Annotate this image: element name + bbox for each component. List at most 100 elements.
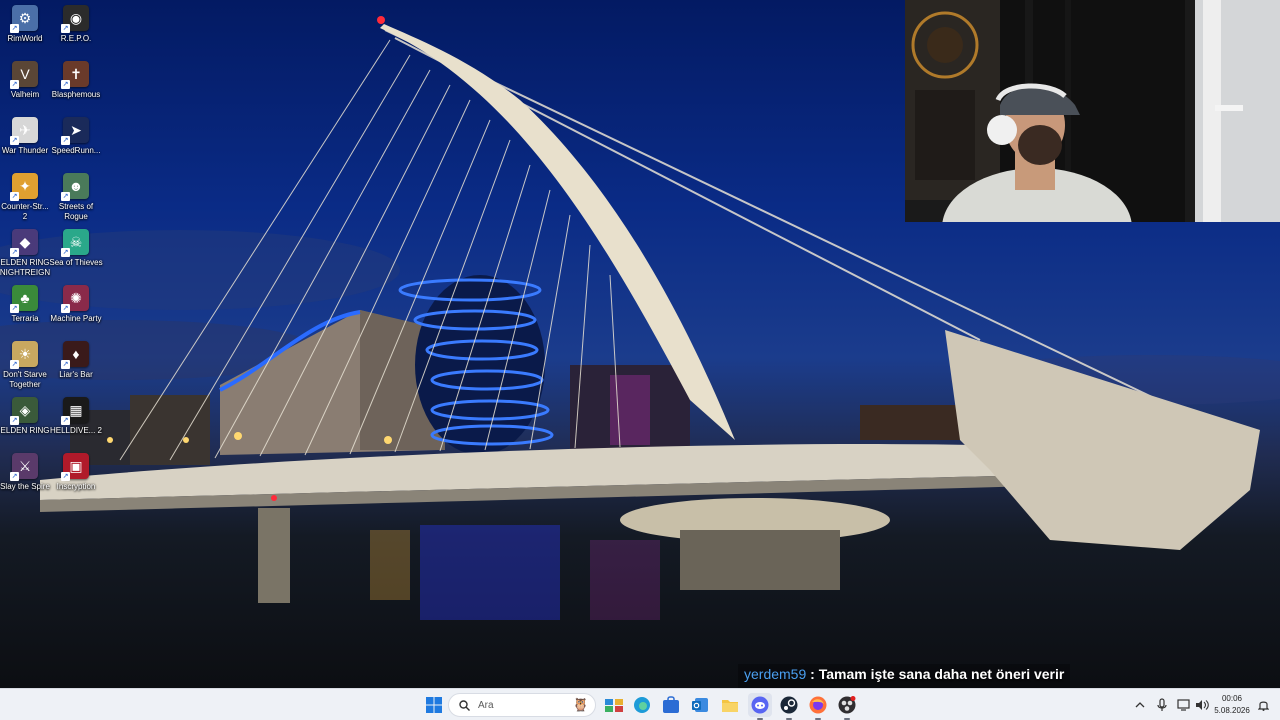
desktop-icon-slay-the-spire[interactable]: ⚔ ↗ Slay the Spire	[0, 453, 52, 492]
desktop-icon-label: Don't Starve Together	[3, 370, 47, 389]
widgets-icon	[605, 699, 623, 712]
search-icon	[459, 699, 470, 711]
stream-chat-message: yerdem59 : Tamam işte sana daha net öner…	[738, 664, 1071, 688]
shortcut-arrow-icon: ↗	[61, 472, 70, 481]
app-icon: ➤ ↗	[61, 117, 89, 145]
taskbar-obs[interactable]	[835, 693, 859, 720]
search-placeholder: Ara	[478, 699, 494, 711]
shortcut-arrow-icon: ↗	[10, 472, 19, 481]
folder-icon	[722, 700, 738, 712]
desktop-icon-label: Slay the Spire	[0, 482, 50, 491]
taskbar-discord[interactable]	[748, 693, 772, 720]
desktop-icon-elden-ring[interactable]: ◈ ↗ ELDEN RING	[0, 397, 52, 436]
chat-separator: :	[806, 666, 819, 682]
desktop-icon-counter-str-2[interactable]: ✦ ↗ Counter-Str... 2	[0, 173, 52, 222]
desktop-icon-label: ELDEN RING	[0, 426, 50, 435]
clock-date: 5.08.2026	[1214, 706, 1250, 715]
shortcut-arrow-icon: ↗	[61, 304, 70, 313]
desktop-icon-terraria[interactable]: ♣ ↗ Terraria	[0, 285, 52, 324]
shortcut-arrow-icon: ↗	[10, 192, 19, 201]
app-icon: V ↗	[10, 61, 38, 89]
taskbar-search-box[interactable]: Ara 🦉	[448, 693, 596, 717]
tray-overflow-button[interactable]	[1130, 693, 1150, 717]
desktop-icon-label: Valheim	[10, 90, 40, 99]
shortcut-arrow-icon: ↗	[10, 80, 19, 89]
notification-button[interactable]	[1254, 693, 1272, 717]
shortcut-arrow-icon: ↗	[10, 360, 19, 369]
app-icon: ⚙ ↗	[10, 5, 38, 33]
shortcut-arrow-icon: ↗	[61, 192, 70, 201]
desktop-icon-machine-party[interactable]: ✺ ↗ Machine Party	[49, 285, 103, 324]
shortcut-arrow-icon: ↗	[61, 360, 70, 369]
shortcut-arrow-icon: ↗	[10, 416, 19, 425]
tray-clock[interactable]: 00:06 5.08.2026	[1212, 693, 1252, 717]
desktop-icon-r-e-p-o[interactable]: ◉ ↗ R.E.P.O.	[49, 5, 103, 44]
desktop-icon-label: ELDEN RING NIGHTREIGN	[0, 258, 51, 277]
desktop-icon-speedrunn[interactable]: ➤ ↗ SpeedRunn...	[49, 117, 103, 156]
microphone-icon	[1157, 698, 1167, 711]
app-icon: ▦ ↗	[61, 397, 89, 425]
app-icon: ◉ ↗	[61, 5, 89, 33]
webcam-overlay	[905, 0, 1280, 222]
desktop-icon-don-t-starve-together[interactable]: ☀ ↗ Don't Starve Together	[0, 341, 52, 390]
network-icon	[1177, 699, 1190, 711]
app-icon: ✺ ↗	[61, 285, 89, 313]
windows-logo-icon	[426, 697, 442, 713]
steam-icon	[780, 696, 798, 714]
shortcut-arrow-icon: ↗	[61, 80, 70, 89]
desktop-icon-label: Terraria	[11, 314, 39, 323]
desktop-icon-rimworld[interactable]: ⚙ ↗ RimWorld	[0, 5, 52, 44]
webcam-feed	[905, 0, 1280, 222]
desktop-icon-label: RimWorld	[7, 34, 43, 43]
desktop-icon-streets-of-rogue[interactable]: ☻ ↗ Streets of Rogue	[49, 173, 103, 222]
start-button[interactable]	[422, 693, 446, 717]
shortcut-arrow-icon: ↗	[10, 248, 19, 257]
desktop-icon-inscryption[interactable]: ▣ ↗ Inscryption	[49, 453, 103, 492]
app-icon: ✦ ↗	[10, 173, 38, 201]
taskbar-file-explorer[interactable]	[602, 693, 626, 717]
app-icon: ☠ ↗	[61, 229, 89, 257]
taskbar-steam[interactable]	[777, 693, 801, 720]
taskbar-edge[interactable]	[630, 693, 654, 717]
app-icon: ✈ ↗	[10, 117, 38, 145]
app-icon: ◈ ↗	[10, 397, 38, 425]
tray-network-volume[interactable]	[1172, 693, 1214, 717]
taskbar-folder[interactable]	[718, 693, 742, 717]
bell-icon	[1257, 701, 1269, 711]
desktop-icon-elden-ring-nightreign[interactable]: ◆ ↗ ELDEN RING NIGHTREIGN	[0, 229, 52, 278]
desktop-icon-label: War Thunder	[1, 146, 49, 155]
app-icon: ☻ ↗	[61, 173, 89, 201]
app-icon: ♣ ↗	[10, 285, 38, 313]
shortcut-arrow-icon: ↗	[61, 136, 70, 145]
desktop-icon-liar-s-bar[interactable]: ♦ ↗ Liar's Bar	[49, 341, 103, 380]
app-icon: ✝ ↗	[61, 61, 89, 89]
shortcut-arrow-icon: ↗	[61, 248, 70, 257]
store-icon	[663, 696, 679, 713]
taskbar-outlook[interactable]	[688, 693, 712, 717]
desktop-icon-label: Machine Party	[50, 314, 102, 323]
desktop-icon-blasphemous[interactable]: ✝ ↗ Blasphemous	[49, 61, 103, 100]
search-highlight-icon: 🦉	[572, 697, 589, 712]
desktop-icon-war-thunder[interactable]: ✈ ↗ War Thunder	[0, 117, 52, 156]
desktop-icon-label: R.E.P.O.	[60, 34, 92, 43]
app-icon: ◆ ↗	[10, 229, 38, 257]
desktop-icon-valheim[interactable]: V ↗ Valheim	[0, 61, 52, 100]
app-icon: ☀ ↗	[10, 341, 38, 369]
chevron-up-icon	[1135, 702, 1145, 708]
chat-message-text: Tamam işte sana daha net öneri verir	[818, 666, 1065, 682]
firefox-icon	[809, 696, 827, 714]
desktop-icon-sea-of-thieves[interactable]: ☠ ↗ Sea of Thieves	[49, 229, 103, 268]
shortcut-arrow-icon: ↗	[10, 304, 19, 313]
outlook-icon	[692, 698, 708, 712]
chat-username: yerdem59	[744, 666, 807, 682]
edge-browser-icon	[634, 697, 650, 713]
desktop-icon-helldive-2[interactable]: ▦ ↗ HELLDIVE... 2	[49, 397, 103, 436]
desktop-icon-label: Streets of Rogue	[58, 202, 94, 221]
taskbar-firefox[interactable]	[806, 693, 830, 720]
obs-icon	[838, 696, 856, 714]
discord-icon	[751, 696, 769, 714]
taskbar-store[interactable]	[659, 693, 683, 717]
tray-microphone[interactable]	[1152, 693, 1172, 717]
desktop-icon-label: Inscryption	[56, 482, 96, 491]
app-icon: ♦ ↗	[61, 341, 89, 369]
